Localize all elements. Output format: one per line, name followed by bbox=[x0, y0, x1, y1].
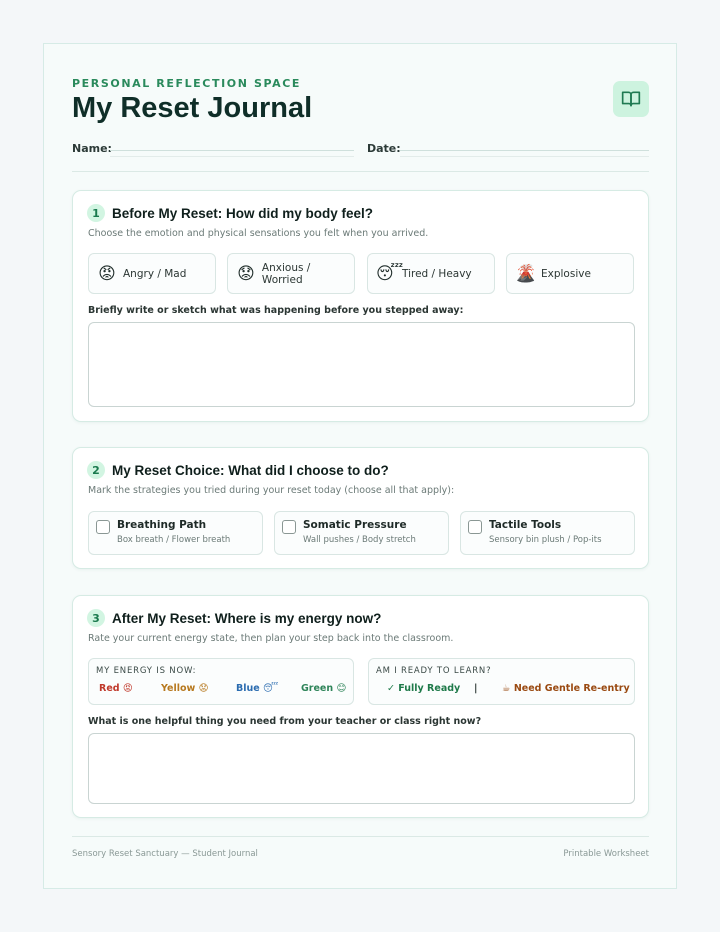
ready-separator: | bbox=[474, 683, 478, 694]
header-divider bbox=[72, 171, 649, 172]
energy-option-blue[interactable]: Blue 😴 bbox=[236, 683, 278, 694]
ready-option-gentle-reentry[interactable]: ☕ Need Gentle Re-entry bbox=[502, 683, 630, 694]
strategy-breathing-path[interactable]: Breathing Path Box breath / Flower breat… bbox=[88, 511, 263, 555]
worksheet-page: PERSONAL REFLECTION SPACE My Reset Journ… bbox=[43, 43, 677, 889]
section-number: 3 bbox=[87, 609, 105, 627]
emotion-label: Angry / Mad bbox=[123, 267, 187, 280]
strategy-detail: Wall pushes / Body stretch bbox=[303, 535, 416, 545]
sleeping-face-icon: 😴 bbox=[376, 263, 404, 284]
name-label: Name: bbox=[72, 142, 112, 155]
emotion-option-anxious[interactable]: 😟 Anxious / Worried bbox=[227, 253, 355, 294]
worried-face-icon: 😟 bbox=[237, 263, 255, 284]
page-title: My Reset Journal bbox=[72, 92, 313, 124]
section-number: 1 bbox=[87, 204, 105, 222]
footer-right-text: Printable Worksheet bbox=[563, 849, 649, 859]
section-after-reset: 3 After My Reset: Where is my energy now… bbox=[72, 595, 649, 818]
angry-face-icon: 😡 bbox=[98, 263, 116, 284]
section-before-reset: 1 Before My Reset: How did my body feel?… bbox=[72, 190, 649, 422]
emotion-label: Tired / Heavy bbox=[402, 267, 472, 280]
before-reset-prompt: Briefly write or sketch what was happeni… bbox=[88, 305, 464, 316]
strategy-checkbox[interactable] bbox=[282, 520, 296, 534]
after-reset-prompt: What is one helpful thing you need from … bbox=[88, 716, 482, 727]
strategy-checkbox[interactable] bbox=[468, 520, 482, 534]
strategy-checkbox[interactable] bbox=[96, 520, 110, 534]
section-number: 2 bbox=[87, 461, 105, 479]
name-field[interactable] bbox=[110, 150, 354, 157]
section-subtitle: Choose the emotion and physical sensatio… bbox=[88, 228, 429, 239]
volcano-icon: 🌋 bbox=[515, 263, 537, 284]
footer-left-text: Sensory Reset Sanctuary — Student Journa… bbox=[72, 849, 258, 859]
before-reset-textarea[interactable] bbox=[88, 322, 635, 407]
name-date-row: Name: Date: bbox=[72, 142, 649, 158]
strategy-tactile-tools[interactable]: Tactile Tools Sensory bin plush / Pop-it… bbox=[460, 511, 635, 555]
date-label: Date: bbox=[367, 142, 401, 155]
energy-option-red[interactable]: Red 😡 bbox=[99, 683, 133, 694]
energy-option-yellow[interactable]: Yellow 😟 bbox=[161, 683, 208, 694]
strategy-detail: Box breath / Flower breath bbox=[117, 535, 231, 545]
emotion-label: Explosive bbox=[541, 267, 591, 280]
section-heading: 3 After My Reset: Where is my energy now… bbox=[87, 609, 381, 627]
energy-rating-box: MY ENERGY IS NOW: Red 😡 Yellow 😟 Blue 😴 … bbox=[88, 658, 354, 705]
emotion-option-angry[interactable]: 😡 Angry / Mad bbox=[88, 253, 216, 294]
section-heading: 2 My Reset Choice: What did I choose to … bbox=[87, 461, 389, 479]
section-heading: 1 Before My Reset: How did my body feel? bbox=[87, 204, 373, 222]
ready-option-fully-ready[interactable]: ✓ Fully Ready bbox=[387, 683, 460, 694]
strategy-title: Tactile Tools bbox=[489, 519, 562, 531]
section-subtitle: Mark the strategies you tried during you… bbox=[88, 485, 455, 496]
section-subtitle: Rate your current energy state, then pla… bbox=[88, 633, 454, 644]
strategy-detail: Sensory bin plush / Pop-its bbox=[489, 535, 602, 545]
strategy-somatic-pressure[interactable]: Somatic Pressure Wall pushes / Body stre… bbox=[274, 511, 449, 555]
emotion-label: Anxious / Worried bbox=[261, 261, 311, 286]
strategy-title: Somatic Pressure bbox=[303, 519, 407, 531]
page-kicker: PERSONAL REFLECTION SPACE bbox=[72, 77, 302, 90]
section-reset-choice: 2 My Reset Choice: What did I choose to … bbox=[72, 447, 649, 569]
ready-to-learn-box: AM I READY TO LEARN? ✓ Fully Ready | ☕ N… bbox=[368, 658, 635, 705]
open-book-icon bbox=[613, 81, 649, 117]
after-reset-textarea[interactable] bbox=[88, 733, 635, 804]
ready-caption: AM I READY TO LEARN? bbox=[376, 666, 492, 676]
energy-caption: MY ENERGY IS NOW: bbox=[96, 666, 197, 676]
energy-option-green[interactable]: Green 😊 bbox=[301, 683, 346, 694]
section-title: After My Reset: Where is my energy now? bbox=[112, 610, 382, 626]
emotion-option-tired[interactable]: 😴 Tired / Heavy bbox=[367, 253, 495, 294]
emotion-option-explosive[interactable]: 🌋 Explosive bbox=[506, 253, 634, 294]
section-title: Before My Reset: How did my body feel? bbox=[112, 205, 374, 221]
date-field[interactable] bbox=[400, 150, 649, 157]
strategy-title: Breathing Path bbox=[117, 519, 207, 531]
footer-divider bbox=[72, 836, 649, 837]
section-title: My Reset Choice: What did I choose to do… bbox=[112, 462, 389, 478]
